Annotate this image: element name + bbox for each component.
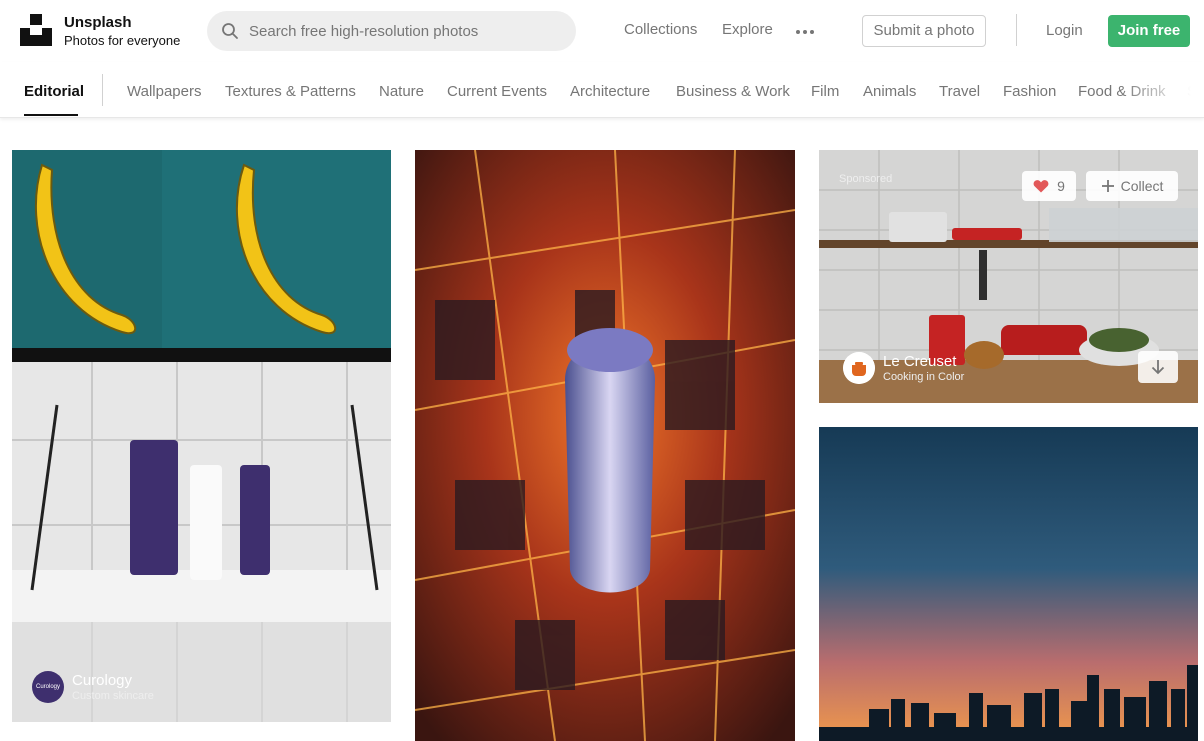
author-name[interactable]: Le Creuset [883,353,964,370]
search-bar[interactable] [207,11,576,51]
submit-photo-button[interactable]: Submit a photo [862,15,986,47]
download-button[interactable] [1138,351,1178,383]
category-nav: Editorial Wallpapers Textures & Patterns… [0,62,1204,118]
category-scroll-fade [1120,62,1204,117]
category-nature[interactable]: Nature [379,83,424,101]
photo-card-city-night[interactable] [415,150,795,741]
photo-card-skyline[interactable] [819,427,1198,741]
category-architecture[interactable]: Architecture [570,83,650,101]
author-subtitle: Custom skincare [72,689,154,702]
category-current-events[interactable]: Current Events [447,83,547,101]
category-divider [102,74,103,106]
photo-credit[interactable]: Curology Curology Custom skincare [32,671,154,703]
sponsored-label: Sponsored [839,173,893,185]
le-creuset-logo-icon [843,352,875,384]
search-icon [222,23,238,39]
category-editorial[interactable]: Editorial [24,83,84,101]
like-button[interactable]: 9 [1022,171,1076,201]
author-subtitle: Cooking in Color [883,370,965,383]
plus-icon [1101,180,1114,192]
category-textures-patterns[interactable]: Textures & Patterns [225,83,356,101]
top-header: Unsplash Photos for everyone Collections… [0,0,1204,62]
photo-card-le-creuset[interactable]: Sponsored 9 Collect Le Creuset Cooking i… [819,150,1198,403]
category-animals[interactable]: Animals [863,83,916,101]
active-category-underline [24,114,78,116]
author-avatar: Curology [32,671,64,703]
join-free-button[interactable]: Join free [1108,15,1190,47]
like-count: 9 [1057,178,1065,194]
photo-curology-image [12,150,391,722]
category-film[interactable]: Film [811,83,839,101]
author-avatar [843,352,875,384]
unsplash-logo-icon[interactable] [20,14,52,46]
login-link[interactable]: Login [1046,22,1083,40]
photo-skyline-image [819,427,1198,741]
arrow-down-icon [1151,360,1165,375]
collect-button[interactable]: Collect [1086,171,1178,201]
category-wallpapers[interactable]: Wallpapers [127,83,201,101]
photo-card-curology[interactable]: Curology Curology Custom skincare [12,150,391,722]
category-travel[interactable]: Travel [939,83,980,101]
nav-collections[interactable]: Collections [624,21,697,39]
brand[interactable]: Unsplash Photos for everyone [64,14,180,49]
brand-tagline: Photos for everyone [64,33,181,48]
author-name[interactable]: Curology [72,672,154,689]
more-dots-icon[interactable] [795,29,815,35]
brand-name: Unsplash [64,14,132,31]
category-business-work[interactable]: Business & Work [676,83,790,101]
category-fashion[interactable]: Fashion [1003,83,1056,101]
search-input[interactable] [249,11,559,51]
nav-explore[interactable]: Explore [722,21,773,39]
photo-city-image [415,150,795,741]
heart-icon [1033,180,1049,193]
header-divider [1016,14,1017,46]
collect-label: Collect [1120,178,1164,194]
photo-credit[interactable]: Le Creuset Cooking in Color [843,352,964,384]
